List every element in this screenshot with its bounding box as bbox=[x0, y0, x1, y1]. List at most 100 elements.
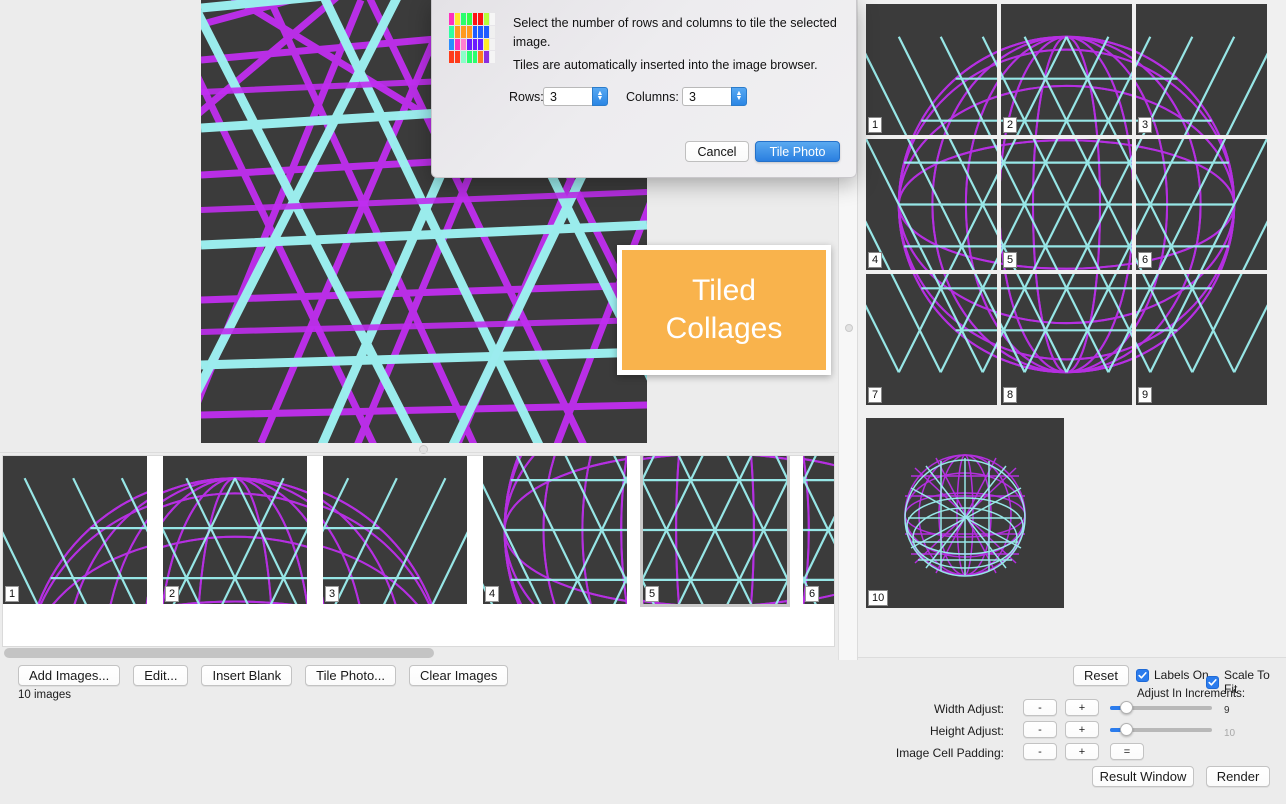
thumbnail-label: 5 bbox=[645, 586, 659, 602]
rows-stepper-arrows-icon[interactable]: ▲▼ bbox=[592, 87, 608, 106]
icon-swatch bbox=[484, 39, 489, 51]
wireframe-sphere-graphic bbox=[1001, 274, 1132, 405]
tile-cell-5[interactable]: 5 bbox=[1001, 139, 1132, 270]
tile-grid: 1 2 3 4 5 6 7 8 9 bbox=[866, 4, 1276, 413]
dialog-message-secondary: Tiles are automatically inserted into th… bbox=[513, 56, 843, 75]
list-item[interactable]: 4 bbox=[483, 456, 627, 604]
columns-stepper[interactable]: 3 ▲▼ bbox=[682, 87, 747, 106]
filmstrip-scrollbar[interactable] bbox=[4, 648, 832, 658]
width-adjust-label: Width Adjust: bbox=[880, 702, 1004, 716]
wireframe-sphere-graphic bbox=[1136, 274, 1267, 405]
reset-button[interactable]: Reset bbox=[1073, 665, 1129, 686]
width-increment-value: 9 bbox=[1224, 705, 1230, 716]
wireframe-sphere-graphic bbox=[1001, 139, 1132, 270]
icon-swatch bbox=[490, 13, 495, 25]
tiled-result-panel: 1 2 3 4 5 6 7 8 9 bbox=[858, 0, 1286, 658]
wireframe-sphere-graphic bbox=[803, 456, 835, 604]
image-cell-padding-label: Image Cell Padding: bbox=[880, 746, 1004, 760]
tiled-collages-badge: Tiled Collages bbox=[617, 245, 831, 375]
rows-input[interactable]: 3 bbox=[543, 87, 592, 106]
render-button[interactable]: Render bbox=[1206, 766, 1270, 787]
result-window-button[interactable]: Result Window bbox=[1092, 766, 1194, 787]
tile-label-4: 4 bbox=[868, 252, 882, 268]
icon-swatch bbox=[478, 39, 483, 51]
image-browser-filmstrip[interactable]: 1 2 3 4 5 6 bbox=[2, 455, 835, 647]
insert-blank-button[interactable]: Insert Blank bbox=[201, 665, 292, 686]
wireframe-sphere-graphic bbox=[163, 456, 307, 604]
thumbnail-label: 3 bbox=[325, 586, 339, 602]
labels-on-checkbox[interactable]: Labels On bbox=[1136, 668, 1209, 682]
cancel-button[interactable]: Cancel bbox=[685, 141, 749, 162]
filmstrip-scrollbar-thumb[interactable] bbox=[4, 648, 434, 658]
columns-input[interactable]: 3 bbox=[682, 87, 731, 106]
tile-label-2: 2 bbox=[1003, 117, 1017, 133]
wireframe-sphere-graphic bbox=[483, 456, 627, 604]
tile-cell-1[interactable]: 1 bbox=[866, 4, 997, 135]
wireframe-sphere-graphic bbox=[866, 139, 997, 270]
clear-images-button[interactable]: Clear Images bbox=[409, 665, 508, 686]
icon-swatch bbox=[484, 13, 489, 25]
tile-label-9: 9 bbox=[1138, 387, 1152, 403]
columns-stepper-arrows-icon[interactable]: ▲▼ bbox=[731, 87, 747, 106]
tile-cell-7[interactable]: 7 bbox=[866, 274, 997, 405]
toolbar-button-row: Add Images... Edit... Insert Blank Tile … bbox=[18, 665, 508, 686]
checkbox-check-icon bbox=[1136, 669, 1149, 682]
edit-button[interactable]: Edit... bbox=[133, 665, 188, 686]
tile-cell-3[interactable]: 3 bbox=[1136, 4, 1267, 135]
icon-swatch bbox=[449, 39, 454, 51]
height-increment-slider[interactable] bbox=[1110, 721, 1212, 739]
slider-knob[interactable] bbox=[1120, 723, 1133, 736]
height-adjust-plus-button[interactable]: + bbox=[1065, 721, 1099, 738]
tile-photo-dialog: Select the number of rows and columns to… bbox=[431, 0, 857, 178]
tile-cell-9[interactable]: 9 bbox=[1136, 274, 1267, 405]
list-item[interactable]: 1 bbox=[3, 456, 147, 604]
dialog-message-primary: Select the number of rows and columns to… bbox=[513, 14, 843, 53]
padding-equals-button[interactable]: = bbox=[1110, 743, 1144, 760]
checkbox-check-icon bbox=[1206, 676, 1219, 689]
tile-cell-6[interactable]: 6 bbox=[1136, 139, 1267, 270]
icon-swatch bbox=[490, 26, 495, 38]
badge-line-1: Tiled bbox=[692, 272, 756, 310]
height-adjust-label: Height Adjust: bbox=[880, 724, 1004, 738]
tile-photo-confirm-button[interactable]: Tile Photo bbox=[755, 141, 840, 162]
badge-line-2: Collages bbox=[666, 310, 783, 348]
list-item[interactable]: 3 bbox=[323, 456, 467, 604]
icon-swatch bbox=[455, 26, 460, 38]
width-adjust-minus-button[interactable]: - bbox=[1023, 699, 1057, 716]
list-item[interactable]: 5 bbox=[643, 456, 787, 604]
list-item[interactable]: 6 bbox=[803, 456, 835, 604]
icon-swatch bbox=[478, 26, 483, 38]
rows-stepper[interactable]: 3 ▲▼ bbox=[543, 87, 608, 106]
columns-label: Columns: bbox=[626, 90, 679, 104]
list-item[interactable]: 2 bbox=[163, 456, 307, 604]
tile-cell-2[interactable]: 2 bbox=[1001, 4, 1132, 135]
tile-cell-4[interactable]: 4 bbox=[866, 139, 997, 270]
slider-knob[interactable] bbox=[1120, 701, 1133, 714]
icon-swatch bbox=[490, 39, 495, 51]
wireframe-sphere-graphic bbox=[643, 456, 787, 604]
padding-minus-button[interactable]: - bbox=[1023, 743, 1057, 760]
tile-color-grid-icon bbox=[449, 13, 495, 63]
tile-label-8: 8 bbox=[1003, 387, 1017, 403]
labels-on-label: Labels On bbox=[1154, 668, 1209, 682]
app-window: Tiled Collages 1 2 3 4 5 6 bbox=[0, 0, 1286, 804]
icon-swatch bbox=[467, 51, 472, 63]
height-adjust-minus-button[interactable]: - bbox=[1023, 721, 1057, 738]
wireframe-sphere-graphic bbox=[1001, 4, 1132, 135]
icon-swatch bbox=[478, 13, 483, 25]
icon-swatch bbox=[467, 26, 472, 38]
width-adjust-plus-button[interactable]: + bbox=[1065, 699, 1099, 716]
add-images-button[interactable]: Add Images... bbox=[18, 665, 120, 686]
width-increment-slider[interactable] bbox=[1110, 699, 1212, 717]
icon-swatch bbox=[478, 51, 483, 63]
tile-cell-10[interactable]: 10 bbox=[866, 418, 1064, 608]
splitter-grip[interactable] bbox=[845, 324, 853, 332]
tile-photo-button[interactable]: Tile Photo... bbox=[305, 665, 396, 686]
icon-swatch bbox=[473, 26, 478, 38]
icon-swatch bbox=[455, 13, 460, 25]
padding-plus-button[interactable]: + bbox=[1065, 743, 1099, 760]
icon-swatch bbox=[473, 13, 478, 25]
height-increment-value: 10 bbox=[1224, 728, 1235, 739]
thumbnail-label: 1 bbox=[5, 586, 19, 602]
tile-cell-8[interactable]: 8 bbox=[1001, 274, 1132, 405]
